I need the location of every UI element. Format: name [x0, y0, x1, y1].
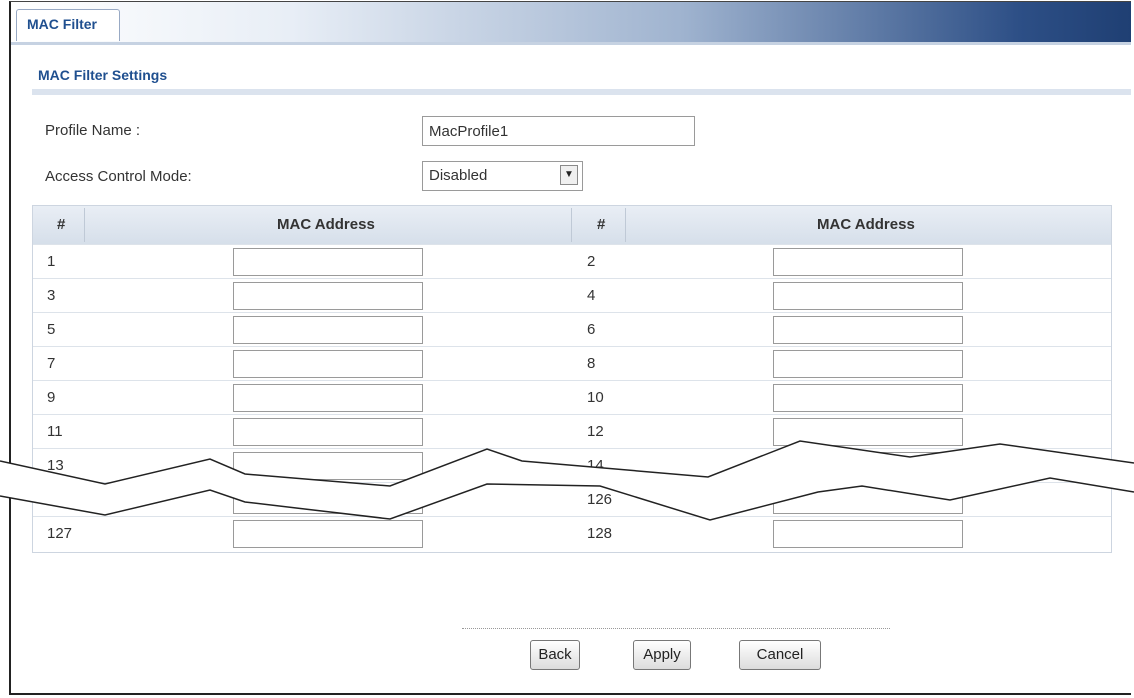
back-button[interactable]: Back: [530, 640, 580, 670]
break-gap-fill: [0, 441, 1134, 520]
page-break-marker: [0, 440, 1134, 521]
cancel-button[interactable]: Cancel: [739, 640, 821, 670]
apply-button[interactable]: Apply: [633, 640, 691, 670]
button-divider: [462, 628, 890, 629]
